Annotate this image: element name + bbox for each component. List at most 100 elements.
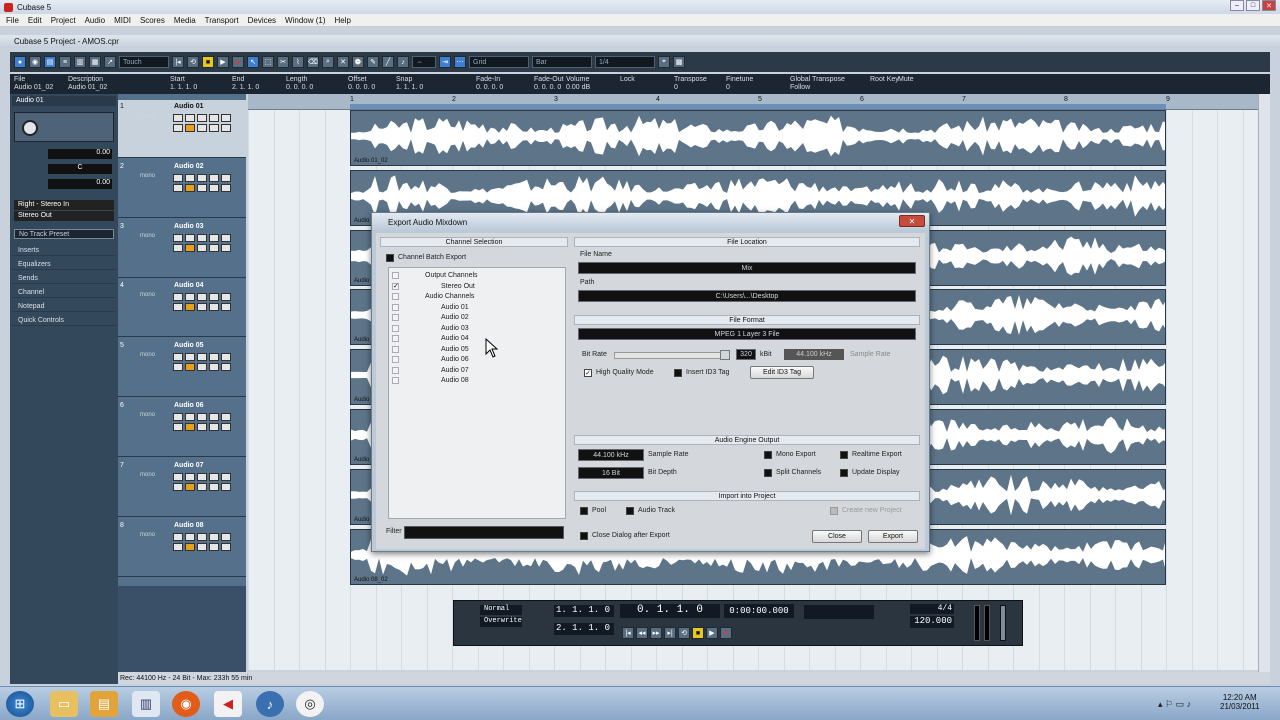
go-to-start-icon[interactable]: |◂ xyxy=(172,56,184,68)
monitor-button[interactable] xyxy=(173,124,183,132)
primary-time-display[interactable]: 0. 1. 1. 0 xyxy=(620,604,720,618)
edit-id3-tag-button[interactable]: Edit ID3 Tag xyxy=(750,366,814,379)
dialog-close-icon[interactable]: ✕ xyxy=(899,215,925,227)
right-locator[interactable]: 2. 1. 1. 0 xyxy=(554,623,614,635)
inspector-section-inserts[interactable]: Inserts xyxy=(12,246,116,256)
track-header[interactable]: 6 mono Audio 06 xyxy=(118,399,246,457)
mute-button[interactable] xyxy=(173,353,183,362)
track-header[interactable]: 8 mono Audio 08 xyxy=(118,519,246,577)
stop-button[interactable]: ■ xyxy=(202,56,214,68)
edit-channel-button[interactable] xyxy=(185,124,195,132)
read-automation-button[interactable] xyxy=(197,173,207,182)
vertical-scrollbar[interactable] xyxy=(1258,94,1270,684)
lock-button[interactable] xyxy=(197,363,207,372)
bit-depth-select[interactable]: 16 Bit xyxy=(578,467,644,479)
update-display-checkbox[interactable] xyxy=(840,469,848,477)
snap-zero-crossing-icon[interactable]: ⌖ xyxy=(658,56,670,68)
track-header[interactable]: 5 mono Audio 05 xyxy=(118,339,246,398)
bit-rate-value[interactable]: 320 xyxy=(736,349,756,360)
solo-button[interactable] xyxy=(185,413,195,421)
autoscroll-button[interactable]: ⇥ xyxy=(439,56,451,68)
monitor-button[interactable] xyxy=(173,482,183,491)
infoline-value[interactable]: 0.00 dB xyxy=(566,84,590,92)
output-routing[interactable]: Stereo Out xyxy=(14,211,114,221)
sample-rate-select[interactable]: 44.100 kHz xyxy=(578,449,644,461)
infoline-col-0[interactable]: File Audio 01_02 xyxy=(14,76,53,92)
edit-channel-button[interactable] xyxy=(185,363,195,372)
read-automation-button[interactable] xyxy=(197,353,207,362)
infoline-value[interactable]: 0. 0. 0. 0 xyxy=(534,84,564,92)
infoline-value[interactable]: Follow xyxy=(790,84,845,92)
snap-toggle[interactable]: ⋯ xyxy=(454,56,466,68)
menu-edit[interactable]: Edit xyxy=(28,16,42,25)
write-automation-button[interactable] xyxy=(209,233,219,242)
channel-checkbox[interactable] xyxy=(392,324,399,332)
infoline-col-9[interactable]: Volume 0.00 dB xyxy=(566,76,590,92)
channel-item[interactable]: Output Channels xyxy=(425,272,478,279)
inspector-section-quick-controls[interactable]: Quick Controls xyxy=(12,316,116,326)
channel-checkbox[interactable] xyxy=(392,335,399,342)
record-enable-button[interactable] xyxy=(221,532,231,541)
constrain-delay-button[interactable]: ◉ xyxy=(29,56,41,68)
write-automation-button[interactable] xyxy=(209,293,219,302)
snap-type-select[interactable]: Bar xyxy=(532,56,592,68)
record-button[interactable]: ● xyxy=(232,56,244,68)
record-enable-button[interactable] xyxy=(221,353,231,362)
channel-item[interactable]: Audio 04 xyxy=(441,335,469,342)
track-name[interactable]: Audio 07 xyxy=(174,462,204,469)
mute-button[interactable] xyxy=(173,413,183,421)
read-automation-button[interactable] xyxy=(197,413,207,421)
track-name[interactable]: Audio 02 xyxy=(174,163,204,170)
menu-midi[interactable]: MIDI xyxy=(114,16,131,25)
draw-tool[interactable]: ✎ xyxy=(367,56,379,68)
secondary-time-display[interactable]: 0:00:00.000 xyxy=(724,604,794,618)
mute-tool[interactable]: ✕ xyxy=(337,56,349,68)
minimize-button[interactable]: – xyxy=(1230,0,1244,11)
freeze-button[interactable] xyxy=(221,423,231,431)
edit-channel-button[interactable] xyxy=(185,243,195,252)
monitor-button[interactable] xyxy=(173,183,183,192)
solo-button[interactable] xyxy=(185,532,195,541)
channel-item[interactable]: Audio 03 xyxy=(441,325,469,332)
infoline-col-13[interactable]: Global Transpose Follow xyxy=(790,76,845,92)
system-clock[interactable]: 12:20 AM 21/03/2011 xyxy=(1220,693,1259,711)
realtime-export-checkbox[interactable] xyxy=(840,451,848,459)
menu-audio[interactable]: Audio xyxy=(85,16,105,25)
track-preset-field[interactable]: No Track Preset xyxy=(14,229,114,239)
solo-button[interactable] xyxy=(185,114,195,122)
bit-rate-slider-handle[interactable] xyxy=(720,350,730,360)
solo-button[interactable] xyxy=(185,233,195,242)
lock-button[interactable] xyxy=(197,423,207,431)
mute-button[interactable] xyxy=(173,293,183,302)
go-to-end-icon[interactable]: ▸| xyxy=(664,627,676,639)
track-name[interactable]: Audio 05 xyxy=(174,342,204,349)
infoline-col-3[interactable]: End 2. 1. 1. 0 xyxy=(232,76,259,92)
lane-button[interactable] xyxy=(209,542,219,551)
channel-checkbox[interactable] xyxy=(392,377,399,384)
output-level-slider[interactable] xyxy=(1000,605,1006,641)
infoline-toggle[interactable]: ≡ xyxy=(59,56,71,68)
solo-button[interactable] xyxy=(185,293,195,302)
filter-input[interactable] xyxy=(404,526,564,539)
pool-toggle[interactable]: ▦ xyxy=(89,56,101,68)
channel-item[interactable]: Stereo Out xyxy=(441,283,475,290)
stop-transport-button[interactable]: ■ xyxy=(692,627,704,639)
infoline-col-5[interactable]: Offset 0. 0. 0. 0 xyxy=(348,76,375,92)
mute-button[interactable] xyxy=(173,532,183,541)
grid-type-select[interactable]: Grid xyxy=(469,56,529,68)
monitor-button[interactable] xyxy=(173,423,183,431)
menu-media[interactable]: Media xyxy=(174,16,196,25)
inspector-section-equalizers[interactable]: Equalizers xyxy=(12,260,116,270)
lane-button[interactable] xyxy=(209,124,219,132)
infoline-col-14[interactable]: Root Key xyxy=(870,76,899,84)
mp3-sample-rate-select[interactable]: 44.100 kHz xyxy=(784,349,844,360)
read-automation-button[interactable] xyxy=(197,233,207,242)
folder-taskbar-icon[interactable]: ▤ xyxy=(90,691,118,717)
erase-tool[interactable]: ⌫ xyxy=(307,56,319,68)
nudge-select[interactable]: ⇔ xyxy=(412,56,436,68)
bit-rate-slider[interactable] xyxy=(614,352,730,359)
record-enable-button[interactable] xyxy=(221,114,231,122)
channel-item[interactable]: Audio 01 xyxy=(441,304,469,311)
channel-item[interactable]: Audio Channels xyxy=(425,293,474,300)
inspector-section-notepad[interactable]: Notepad xyxy=(12,302,116,312)
